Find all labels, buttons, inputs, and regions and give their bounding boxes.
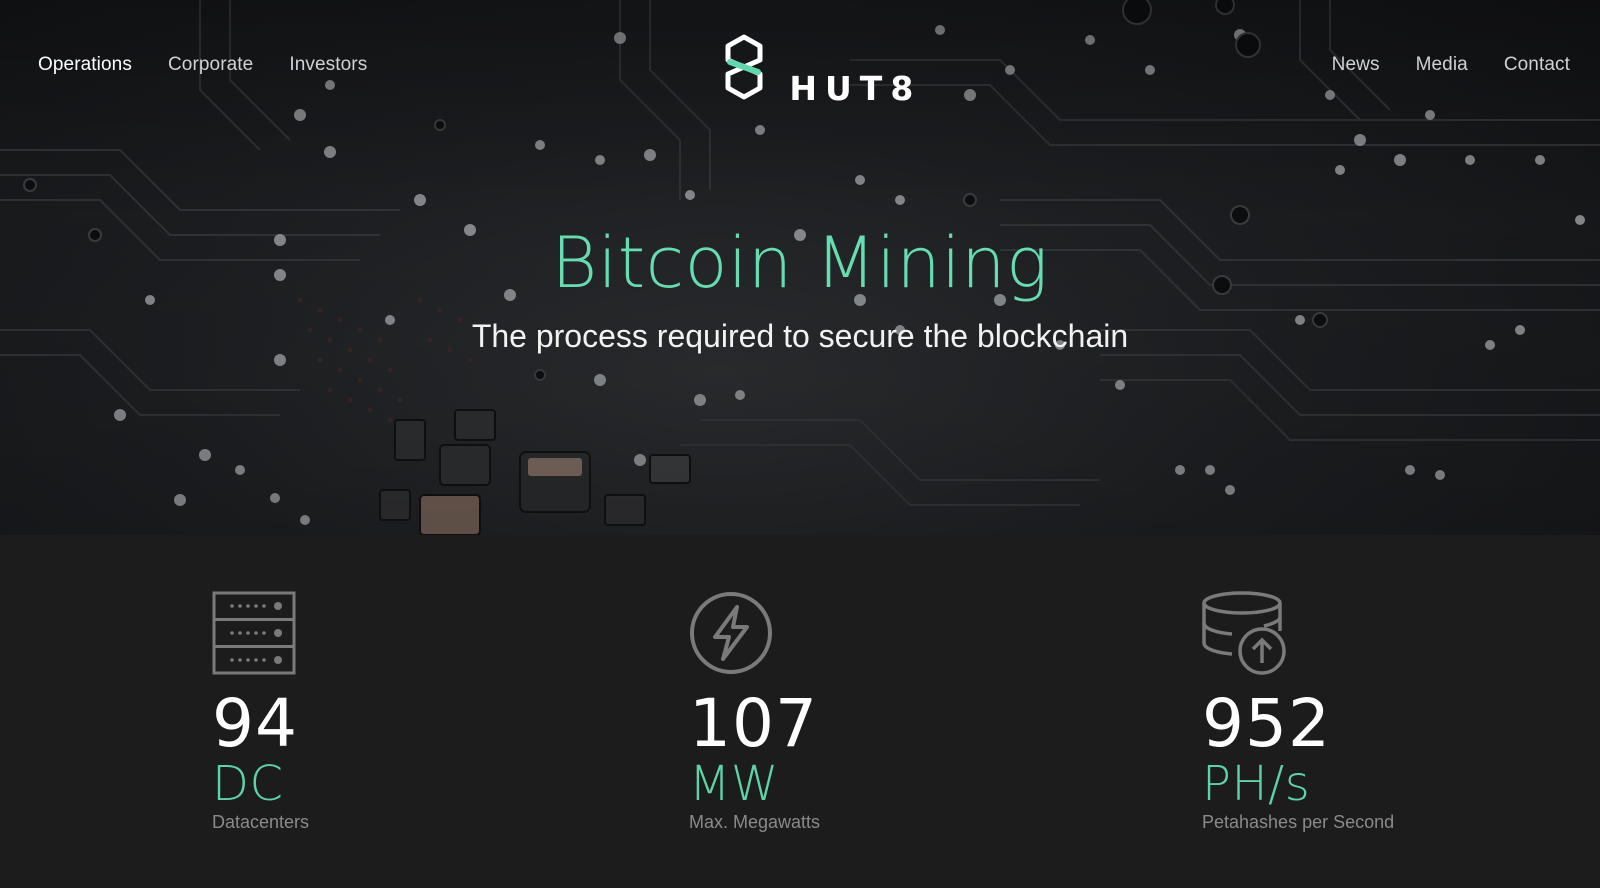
hut8-hexagon-logo-icon: [725, 34, 763, 100]
nav-link-news[interactable]: News: [1332, 54, 1380, 76]
nav-right-group: News Media Contact: [1332, 54, 1570, 76]
stat-label: Max. Megawatts: [689, 812, 821, 832]
stat-unit: PH/s: [1202, 756, 1311, 812]
stat-datacenters: 94 DC Datacenters: [212, 591, 309, 833]
stats-section: 94 DC Datacenters 107 MW Max. Megawatts: [0, 535, 1600, 888]
stat-value: 94: [212, 685, 298, 762]
stat-petahashes: 952 PH/s Petahashes per Second: [1202, 591, 1394, 833]
stat-value: 952: [1202, 685, 1331, 762]
hut8-logo[interactable]: HUT8: [724, 34, 921, 108]
nav-link-investors[interactable]: Investors: [289, 54, 367, 76]
hero-subtitle: The process required to secure the block…: [471, 318, 1129, 354]
logo-text: HUT8: [789, 69, 922, 108]
stat-label: Datacenters: [212, 812, 310, 832]
stat-label: Petahashes per Second: [1202, 812, 1395, 832]
stat-unit: MW: [689, 756, 779, 812]
nav-link-contact[interactable]: Contact: [1504, 54, 1570, 76]
top-navigation: Operations Corporate Investors HUT8 News…: [0, 0, 1600, 130]
server-rack-icon: [212, 591, 296, 675]
stat-value: 107: [689, 685, 818, 762]
nav-link-media[interactable]: Media: [1416, 54, 1468, 76]
lightning-bolt-icon: [690, 592, 772, 674]
hero-section: Operations Corporate Investors HUT8 News…: [0, 0, 1600, 535]
nav-link-corporate[interactable]: Corporate: [168, 54, 253, 76]
nav-link-operations[interactable]: Operations: [38, 54, 132, 76]
stat-unit: DC: [212, 756, 284, 812]
hero-title: Bitcoin Mining: [551, 222, 1049, 304]
nav-left-group: Operations Corporate Investors: [38, 54, 367, 76]
stat-megawatts: 107 MW Max. Megawatts: [689, 591, 820, 833]
database-upload-icon: [1202, 591, 1286, 675]
